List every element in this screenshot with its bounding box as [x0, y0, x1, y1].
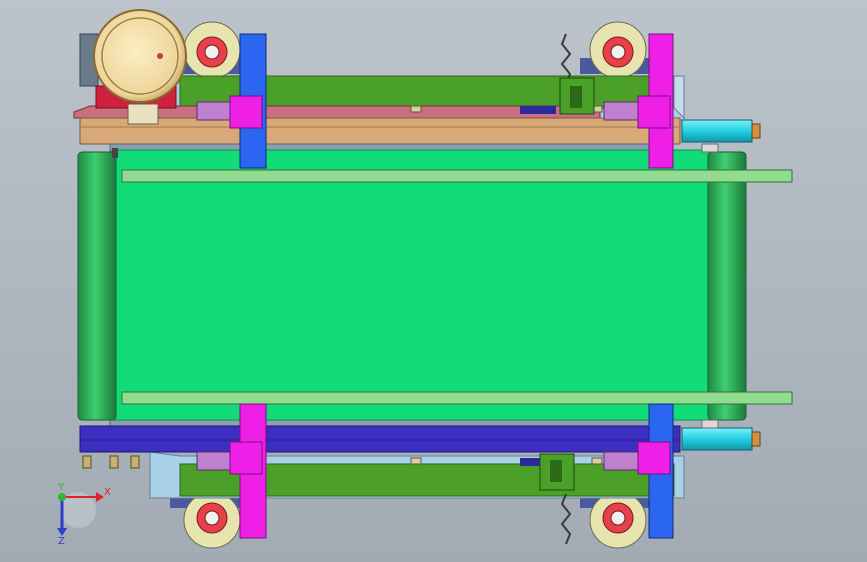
frame-rail-bottom[interactable] [79, 417, 681, 453]
frame-top-face [79, 117, 681, 145]
guide-block-top-left[interactable] [196, 101, 234, 121]
roller-body [77, 151, 117, 421]
frame-bottom-face [79, 425, 681, 453]
z-axis-label: Z [58, 536, 65, 547]
guide-block-top-right[interactable] [603, 101, 641, 121]
bolt [410, 105, 422, 113]
conveyor-assembly-model[interactable]: X Y Z [0, 0, 867, 562]
guide-rail-bottom[interactable] [121, 391, 793, 405]
guide-block-bottom-right[interactable] [603, 451, 641, 471]
wheel-unit-bottom-left[interactable] [170, 491, 250, 549]
motor-housing [93, 9, 187, 103]
clamp-block-top-right[interactable] [637, 95, 671, 129]
clamp-block-top-left[interactable] [229, 95, 263, 129]
x-axis-label: X [104, 487, 111, 498]
sensor-bracket-bottom[interactable] [539, 453, 575, 545]
bolt [82, 455, 92, 469]
coordinate-triad: X Y Z [57, 482, 111, 547]
sensor-slot [570, 86, 582, 108]
z-axis-arrow [57, 528, 67, 536]
guide-block-bottom-left[interactable] [196, 451, 234, 471]
belt-surface [111, 149, 713, 421]
cable [560, 493, 572, 545]
drive-motor[interactable] [79, 9, 187, 125]
wheel-bore [204, 44, 220, 60]
wheel-bore [610, 44, 626, 60]
cylinder-rod [701, 143, 719, 153]
x-axis-arrow [96, 492, 104, 502]
clamp-block-bottom-left[interactable] [229, 441, 263, 475]
motor-foot [127, 103, 159, 125]
cylinder-bottom-right[interactable] [681, 419, 761, 451]
wheel-bore [204, 510, 220, 526]
cylinder-body [681, 119, 753, 143]
bolt [410, 457, 422, 465]
y-axis-dot [58, 493, 66, 501]
cylinder-cap [751, 431, 761, 447]
cylinder-top-right[interactable] [681, 119, 761, 153]
motor-pin [157, 53, 163, 59]
guide-rail-top[interactable] [121, 169, 793, 183]
bolt [130, 455, 140, 469]
end-roller-left[interactable] [77, 151, 117, 421]
sensor-slot [550, 460, 562, 482]
wheel-unit-bottom-right[interactable] [580, 491, 660, 549]
cad-viewport[interactable]: X Y Z [0, 0, 867, 562]
cylinder-body [681, 427, 753, 451]
drive-shaft [112, 148, 118, 158]
bolt [109, 455, 119, 469]
slider-bar-top [520, 106, 556, 114]
wheel-unit-top-right[interactable] [580, 21, 660, 79]
conveyor-belt[interactable] [111, 149, 713, 421]
roller-body [707, 151, 747, 421]
y-axis-label: Y [57, 482, 65, 493]
cylinder-rod [701, 419, 719, 429]
cylinder-cap [751, 123, 761, 139]
wheel-bore [610, 510, 626, 526]
clamp-block-bottom-right[interactable] [637, 441, 671, 475]
end-roller-right[interactable] [707, 151, 747, 421]
bolt [591, 457, 603, 465]
